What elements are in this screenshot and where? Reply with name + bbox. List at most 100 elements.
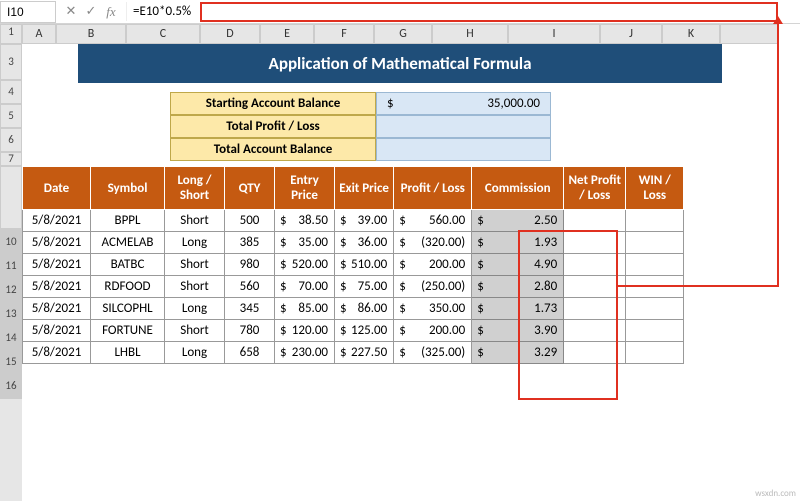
- cell-longshort[interactable]: Short: [165, 320, 225, 342]
- cell-net-pl[interactable]: [564, 342, 626, 364]
- cell-entry-price[interactable]: $120.00: [275, 320, 335, 342]
- cell-longshort[interactable]: Short: [165, 210, 225, 232]
- table-header[interactable]: Symbol: [91, 167, 165, 210]
- table-header[interactable]: Date: [23, 167, 91, 210]
- row-header[interactable]: 1: [0, 24, 22, 44]
- cell-date[interactable]: 5/8/2021: [23, 254, 91, 276]
- cell-net-pl[interactable]: [564, 210, 626, 232]
- row-header[interactable]: 10: [1, 230, 21, 254]
- row-header[interactable]: [0, 166, 22, 229]
- table-header[interactable]: Exit Price: [335, 167, 394, 210]
- cell-qty[interactable]: 780: [225, 320, 275, 342]
- cell-commission[interactable]: $2.50: [472, 210, 564, 232]
- cell-profit-loss[interactable]: $(325.00): [394, 342, 472, 364]
- cell-exit-price[interactable]: $75.00: [335, 276, 394, 298]
- cell-winloss[interactable]: [626, 298, 684, 320]
- cell-commission[interactable]: $3.29: [472, 342, 564, 364]
- cell-net-pl[interactable]: [564, 254, 626, 276]
- cell-net-pl[interactable]: [564, 276, 626, 298]
- cell-symbol[interactable]: BPPL: [91, 210, 165, 232]
- formula-input[interactable]: =E10*0.5%: [126, 2, 800, 21]
- cell-longshort[interactable]: Long: [165, 298, 225, 320]
- row-header[interactable]: 7: [0, 152, 22, 166]
- cell-qty[interactable]: 385: [225, 232, 275, 254]
- col-header[interactable]: J: [600, 24, 662, 44]
- cell-net-pl[interactable]: [564, 298, 626, 320]
- cell-profit-loss[interactable]: $560.00: [394, 210, 472, 232]
- col-header[interactable]: F: [314, 24, 374, 44]
- cell-symbol[interactable]: RDFOOD: [91, 276, 165, 298]
- cell-symbol[interactable]: SILCOPHL: [91, 298, 165, 320]
- fx-icon[interactable]: fx: [102, 4, 120, 20]
- cell-entry-price[interactable]: $520.00: [275, 254, 335, 276]
- cell-entry-price[interactable]: $85.00: [275, 298, 335, 320]
- cell-commission[interactable]: $2.80: [472, 276, 564, 298]
- cell-qty[interactable]: 500: [225, 210, 275, 232]
- cell-qty[interactable]: 980: [225, 254, 275, 276]
- summary-value[interactable]: [376, 138, 551, 161]
- cell-symbol[interactable]: BATBC: [91, 254, 165, 276]
- col-header[interactable]: D: [200, 24, 260, 44]
- col-header[interactable]: C: [126, 24, 200, 44]
- cell-qty[interactable]: 345: [225, 298, 275, 320]
- summary-value[interactable]: $35,000.00: [376, 92, 551, 115]
- row-header[interactable]: 3: [0, 44, 22, 80]
- cell-winloss[interactable]: [626, 210, 684, 232]
- row-header[interactable]: 13: [1, 302, 21, 326]
- table-header[interactable]: Commission: [472, 167, 564, 210]
- cell-date[interactable]: 5/8/2021: [23, 232, 91, 254]
- row-header[interactable]: 12: [1, 278, 21, 302]
- table-header[interactable]: Profit / Loss: [394, 167, 472, 210]
- cell-date[interactable]: 5/8/2021: [23, 342, 91, 364]
- cell-winloss[interactable]: [626, 320, 684, 342]
- col-header[interactable]: [720, 24, 778, 44]
- col-header[interactable]: H: [432, 24, 508, 44]
- cell-profit-loss[interactable]: $200.00: [394, 254, 472, 276]
- cell-exit-price[interactable]: $36.00: [335, 232, 394, 254]
- col-header[interactable]: K: [662, 24, 720, 44]
- table-header[interactable]: Entry Price: [275, 167, 335, 210]
- cell-symbol[interactable]: LHBL: [91, 342, 165, 364]
- cell-profit-loss[interactable]: $(250.00): [394, 276, 472, 298]
- cell-exit-price[interactable]: $227.50: [335, 342, 394, 364]
- cell-entry-price[interactable]: $38.50: [275, 210, 335, 232]
- col-header[interactable]: A: [22, 24, 56, 44]
- cell-commission[interactable]: $4.90: [472, 254, 564, 276]
- col-header[interactable]: B: [56, 24, 126, 44]
- cell-symbol[interactable]: ACMELAB: [91, 232, 165, 254]
- cell-winloss[interactable]: [626, 254, 684, 276]
- row-header[interactable]: 11: [1, 254, 21, 278]
- table-header[interactable]: WIN / Loss: [626, 167, 684, 210]
- cell-exit-price[interactable]: $510.00: [335, 254, 394, 276]
- cell-date[interactable]: 5/8/2021: [23, 298, 91, 320]
- cell-symbol[interactable]: FORTUNE: [91, 320, 165, 342]
- cell-exit-price[interactable]: $39.00: [335, 210, 394, 232]
- cell-exit-price[interactable]: $125.00: [335, 320, 394, 342]
- cell-longshort[interactable]: Long: [165, 342, 225, 364]
- cell-profit-loss[interactable]: $200.00: [394, 320, 472, 342]
- cell-qty[interactable]: 658: [225, 342, 275, 364]
- cell-date[interactable]: 5/8/2021: [23, 276, 91, 298]
- cell-longshort[interactable]: Short: [165, 254, 225, 276]
- cell-profit-loss[interactable]: $350.00: [394, 298, 472, 320]
- row-header[interactable]: 6: [0, 128, 22, 152]
- cell-net-pl[interactable]: [564, 232, 626, 254]
- cell-winloss[interactable]: [626, 276, 684, 298]
- cell-entry-price[interactable]: $70.00: [275, 276, 335, 298]
- table-header[interactable]: QTY: [225, 167, 275, 210]
- row-header[interactable]: 4: [0, 80, 22, 104]
- row-header[interactable]: 16: [1, 374, 21, 398]
- cell-qty[interactable]: 560: [225, 276, 275, 298]
- cell-longshort[interactable]: Short: [165, 276, 225, 298]
- cell-commission[interactable]: $1.93: [472, 232, 564, 254]
- name-box[interactable]: [0, 1, 56, 23]
- col-header[interactable]: E: [260, 24, 314, 44]
- col-header[interactable]: I: [508, 24, 600, 44]
- row-header[interactable]: 14: [1, 326, 21, 350]
- confirm-icon[interactable]: ✓: [82, 4, 100, 20]
- cancel-icon[interactable]: ✕: [62, 4, 80, 20]
- cell-winloss[interactable]: [626, 342, 684, 364]
- cell-date[interactable]: 5/8/2021: [23, 320, 91, 342]
- cell-net-pl[interactable]: [564, 320, 626, 342]
- summary-value[interactable]: [376, 115, 551, 138]
